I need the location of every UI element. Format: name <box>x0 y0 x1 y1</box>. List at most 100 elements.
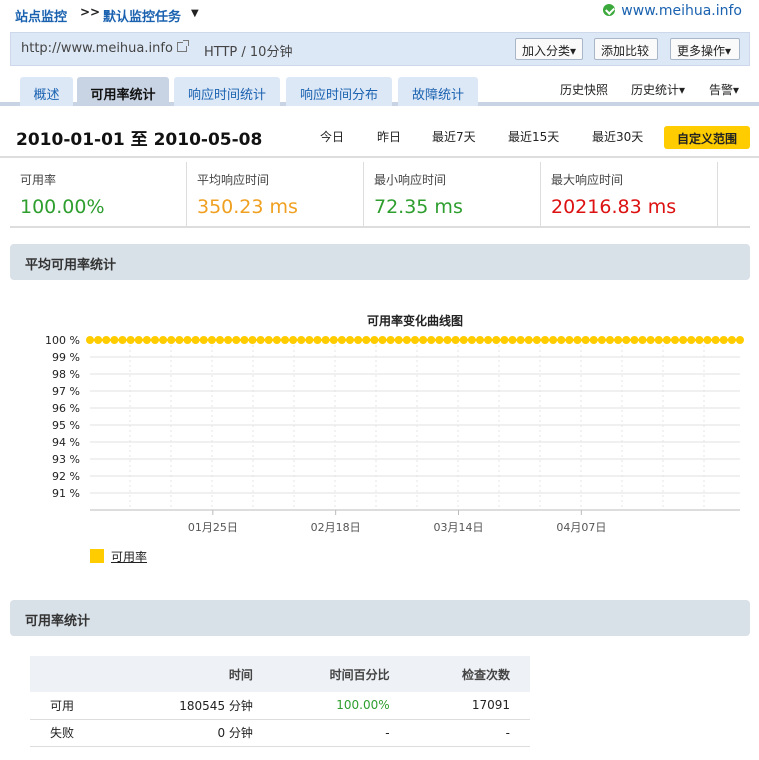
breadcrumb-site-monitor[interactable]: 站点监控 <box>15 6 67 25</box>
site-domain[interactable]: www.meihua.info <box>621 3 742 19</box>
data-point <box>443 336 452 344</box>
external-link-icon[interactable] <box>176 40 189 52</box>
availability-chart: 可用率变化曲线图 100 % 99 % 98 % 97 % 96 % 95 % 94 % 93 … <box>0 300 759 580</box>
add-category-button[interactable]: 加入分类▾ <box>515 38 583 60</box>
monitored-url[interactable]: http://www.meihua.info <box>21 40 189 56</box>
data-point <box>175 336 184 344</box>
data-point <box>272 336 281 344</box>
filter-last-7-days[interactable]: 最近7天 <box>432 128 476 145</box>
data-point <box>492 336 501 344</box>
tab-faults[interactable]: 故障统计 <box>398 77 478 106</box>
protocol-interval: HTTP / 10分钟 <box>204 45 293 60</box>
data-point <box>532 336 541 344</box>
data-point <box>476 336 484 344</box>
data-point <box>151 336 159 344</box>
data-point <box>264 336 273 344</box>
tab-response-time[interactable]: 响应时间统计 <box>174 77 280 106</box>
history-stats-dropdown[interactable]: 历史统计▾ <box>631 81 685 98</box>
data-point <box>541 336 549 344</box>
tab-response-distribution[interactable]: 响应时间分布 <box>286 77 392 106</box>
table-header: 时间 <box>117 656 273 692</box>
data-point <box>378 336 387 344</box>
y-tick-label: 92 % <box>52 470 80 483</box>
data-point <box>370 336 379 344</box>
table-cell: 可用 <box>30 692 118 720</box>
data-point <box>654 336 663 344</box>
add-compare-button[interactable]: 添加比较 <box>594 38 658 60</box>
data-point <box>703 336 712 344</box>
table-cell: - <box>272 719 410 747</box>
data-point <box>386 336 395 344</box>
alerts-dropdown[interactable]: 告警▾ <box>709 81 739 98</box>
chart-legend[interactable]: 可用率 <box>90 548 147 565</box>
data-point <box>86 336 94 344</box>
filter-last-15-days[interactable]: 最近15天 <box>508 128 559 145</box>
metric-value: 100.00% <box>20 196 105 218</box>
metric-avg-response: 平均响应时间 350.23 ms <box>187 162 364 226</box>
history-snapshot-link[interactable]: 历史快照 <box>560 81 608 98</box>
filter-today[interactable]: 今日 <box>320 128 344 145</box>
y-tick-label: 96 % <box>52 402 80 415</box>
data-point <box>467 336 476 344</box>
data-point <box>589 336 598 344</box>
tab-bar: 概述 可用率统计 响应时间统计 响应时间分布 故障统计 历史快照 历史统计▾ 告… <box>0 76 759 106</box>
custom-range-button[interactable]: 自定义范围 <box>664 126 750 149</box>
data-point <box>224 336 233 344</box>
tab-availability[interactable]: 可用率统计 <box>77 77 169 106</box>
data-point <box>313 336 322 344</box>
metric-value: 350.23 ms <box>197 196 298 218</box>
metric-label: 最小响应时间 <box>374 173 447 187</box>
data-point <box>362 336 371 344</box>
table-row: 可用 180545 分钟 100.00% 17091 <box>30 692 530 720</box>
data-point <box>329 336 338 344</box>
data-point <box>435 336 444 344</box>
status-ok-icon <box>603 4 616 16</box>
data-point <box>346 336 354 344</box>
data-point <box>606 336 614 344</box>
data-point <box>646 336 655 344</box>
data-point <box>524 336 533 344</box>
y-tick-label: 95 % <box>52 419 80 432</box>
data-point <box>191 336 200 344</box>
data-point <box>94 336 103 344</box>
date-filter-row: 2010-01-01 至 2010-05-08 今日 昨日 最近7天 最近15天… <box>0 114 759 158</box>
y-tick-label: 93 % <box>52 453 80 466</box>
data-point <box>719 336 728 344</box>
y-tick-label: 98 % <box>52 368 80 381</box>
data-point <box>411 336 419 344</box>
data-point <box>402 336 411 344</box>
filter-last-30-days[interactable]: 最近30天 <box>592 128 643 145</box>
table-cell: 100.00% <box>272 692 410 720</box>
data-point <box>183 336 192 344</box>
tab-overview[interactable]: 概述 <box>20 77 73 106</box>
site-status[interactable]: www.meihua.info <box>603 3 742 19</box>
data-point <box>419 336 428 344</box>
data-point <box>630 336 639 344</box>
legend-label[interactable]: 可用率 <box>111 550 147 564</box>
data-point <box>508 336 517 344</box>
table-header: 时间百分比 <box>272 656 410 692</box>
x-tick-label: 01月25日 <box>188 521 238 534</box>
y-tick-label: 100 % <box>45 334 80 347</box>
data-point <box>289 336 298 344</box>
task-dropdown-arrow-icon[interactable]: ▼ <box>191 8 199 19</box>
data-point <box>321 336 330 344</box>
x-tick-label: 04月07日 <box>556 521 606 534</box>
data-point <box>549 336 558 344</box>
more-actions-button[interactable]: 更多操作▾ <box>670 38 740 60</box>
monitored-url-text[interactable]: http://www.meihua.info <box>21 41 173 56</box>
breadcrumb-separator: >> <box>80 5 101 19</box>
availability-chart-svg: 可用率变化曲线图 100 % 99 % 98 % 97 % 96 % 95 % 94 % 93 … <box>45 313 744 534</box>
data-point <box>216 336 224 344</box>
data-point <box>500 336 509 344</box>
filter-yesterday[interactable]: 昨日 <box>377 128 401 145</box>
data-point <box>142 336 151 344</box>
data-point <box>167 336 176 344</box>
data-point <box>597 336 606 344</box>
data-point <box>207 336 216 344</box>
table-header <box>30 656 118 692</box>
data-point <box>256 336 265 344</box>
breadcrumb-task[interactable]: 默认监控任务 <box>103 6 181 25</box>
url-bar: http://www.meihua.info HTTP / 10分钟 加入分类▾… <box>10 32 750 66</box>
metric-label: 最大响应时间 <box>551 173 624 187</box>
